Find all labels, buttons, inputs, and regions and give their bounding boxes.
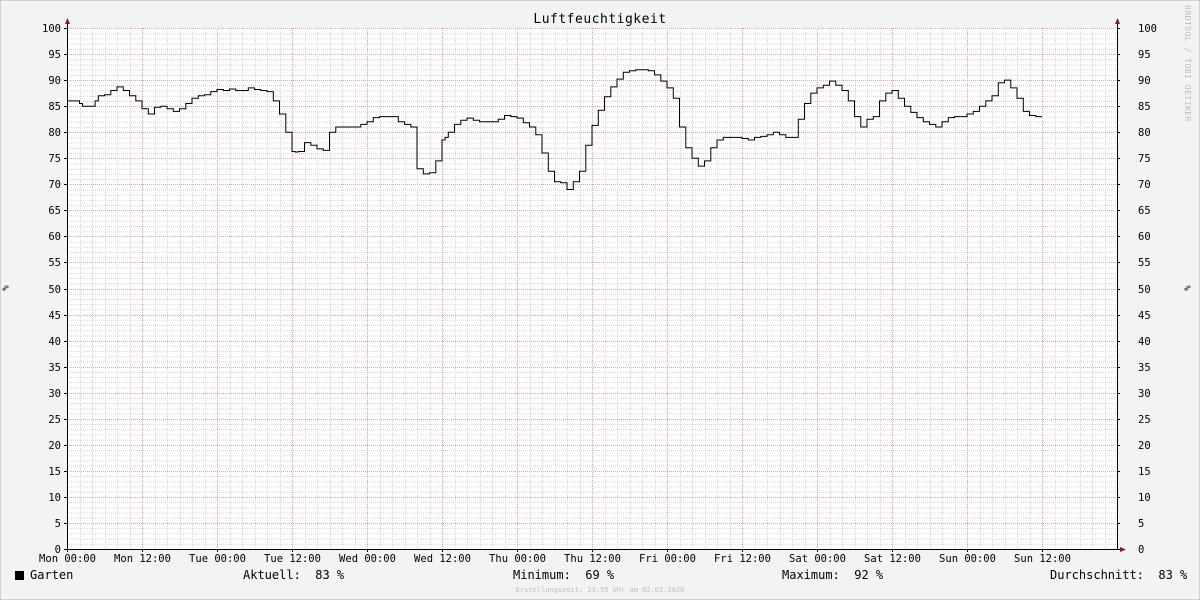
legend-minimum-label: Minimum: (513, 568, 571, 582)
y-tick-label: 70 (48, 179, 61, 191)
y-tick-label: 35 (48, 362, 61, 374)
x-tick-label: Sun 00:00 (939, 553, 996, 565)
x-tick-label: Mon 00:00 (39, 553, 96, 565)
y-tick-label-right: 90 (1138, 75, 1151, 87)
x-tick-label: Thu 12:00 (564, 553, 621, 565)
x-tick-label: Tue 12:00 (264, 553, 321, 565)
legend-average-value: 83 % (1158, 568, 1188, 582)
legend-current-value: 83 % (315, 568, 345, 582)
legend-minimum-value: 69 % (585, 568, 615, 582)
x-tick-label: Sun 12:00 (1014, 553, 1071, 565)
y-tick-label: 15 (48, 466, 61, 478)
y-axis-arrow-right (1115, 18, 1120, 24)
creation-time-footer: Erstellungszeit: 23:55 Uhr am 02.02.2020 (515, 586, 685, 594)
x-tick-label: Fri 00:00 (639, 553, 696, 565)
legend-minimum: Minimum: 69 % (513, 568, 614, 584)
y-tick-label: 90 (48, 75, 61, 87)
x-axis-arrow (1120, 547, 1126, 552)
y-tick-label-right: 10 (1138, 492, 1151, 504)
y-tick-label: 40 (48, 336, 61, 348)
x-tick-label: Sat 00:00 (789, 553, 846, 565)
legend-current-label: Aktuell: (243, 568, 301, 582)
y-tick-label: 60 (48, 231, 61, 243)
y-tick-label-right: 15 (1138, 466, 1151, 478)
y-tick-label: 20 (48, 440, 61, 452)
y-tick-label-right: 95 (1138, 49, 1151, 61)
y-tick-label-right: 50 (1138, 284, 1151, 296)
x-tick-label: Wed 12:00 (414, 553, 471, 565)
legend-swatch-garten (15, 571, 24, 580)
y-tick-label: 5 (55, 518, 61, 530)
x-tick-label: Sat 12:00 (864, 553, 921, 565)
y-tick-label-right: 30 (1138, 388, 1151, 400)
y-tick-label-right: 60 (1138, 231, 1151, 243)
y-tick-label: 100 (42, 23, 61, 35)
y-tick-label-right: 25 (1138, 414, 1151, 426)
y-tick-label-right: 70 (1138, 179, 1151, 191)
y-tick-label-right: 45 (1138, 310, 1151, 322)
y-tick-label: 75 (48, 153, 61, 165)
x-tick-label: Mon 12:00 (114, 553, 171, 565)
chart-canvas: 0 05 510 1015 1520 2025 2530 3035 3540 4045 4550 50… (39, 18, 1157, 565)
y-tick-label: 65 (48, 205, 61, 217)
y-tick-label: 25 (48, 414, 61, 426)
y-tick-label-right: 35 (1138, 362, 1151, 374)
y-tick-label: 45 (48, 310, 61, 322)
y-tick-label-right: 65 (1138, 205, 1151, 217)
legend-average-label: Durchschnitt: (1050, 568, 1144, 582)
y-tick-label-right: 5 (1138, 518, 1144, 530)
y-tick-label-right: 40 (1138, 336, 1151, 348)
legend-series-name: Garten (30, 568, 74, 582)
y-tick-label-right: 20 (1138, 440, 1151, 452)
y-axis-arrow-left (65, 18, 70, 24)
y-tick-label: 80 (48, 127, 61, 139)
y-tick-label: 85 (48, 101, 61, 113)
y-tick-label: 30 (48, 388, 61, 400)
legend-maximum: Maximum: 92 % (782, 568, 883, 584)
y-tick-label-right: 85 (1138, 101, 1151, 113)
x-tick-label: Wed 00:00 (339, 553, 396, 565)
y-tick-label: 55 (48, 257, 61, 269)
y-tick-label-right: 55 (1138, 257, 1151, 269)
legend-maximum-value: 92 % (854, 568, 884, 582)
x-tick-label: Thu 00:00 (489, 553, 546, 565)
legend-current: Aktuell: 83 % (243, 568, 344, 584)
x-tick-label: Fri 12:00 (714, 553, 771, 565)
legend-maximum-label: Maximum: (782, 568, 840, 582)
x-tick-label: Tue 00:00 (189, 553, 246, 565)
y-tick-label-right: 100 (1138, 23, 1157, 35)
y-tick-label: 95 (48, 49, 61, 61)
y-tick-label: 10 (48, 492, 61, 504)
y-tick-label-right: 75 (1138, 153, 1151, 165)
y-tick-label: 50 (48, 284, 61, 296)
legend-average: Durchschnitt: 83 % (1050, 568, 1187, 584)
y-tick-label-right: 0 (1138, 544, 1144, 556)
y-tick-label-right: 80 (1138, 127, 1151, 139)
